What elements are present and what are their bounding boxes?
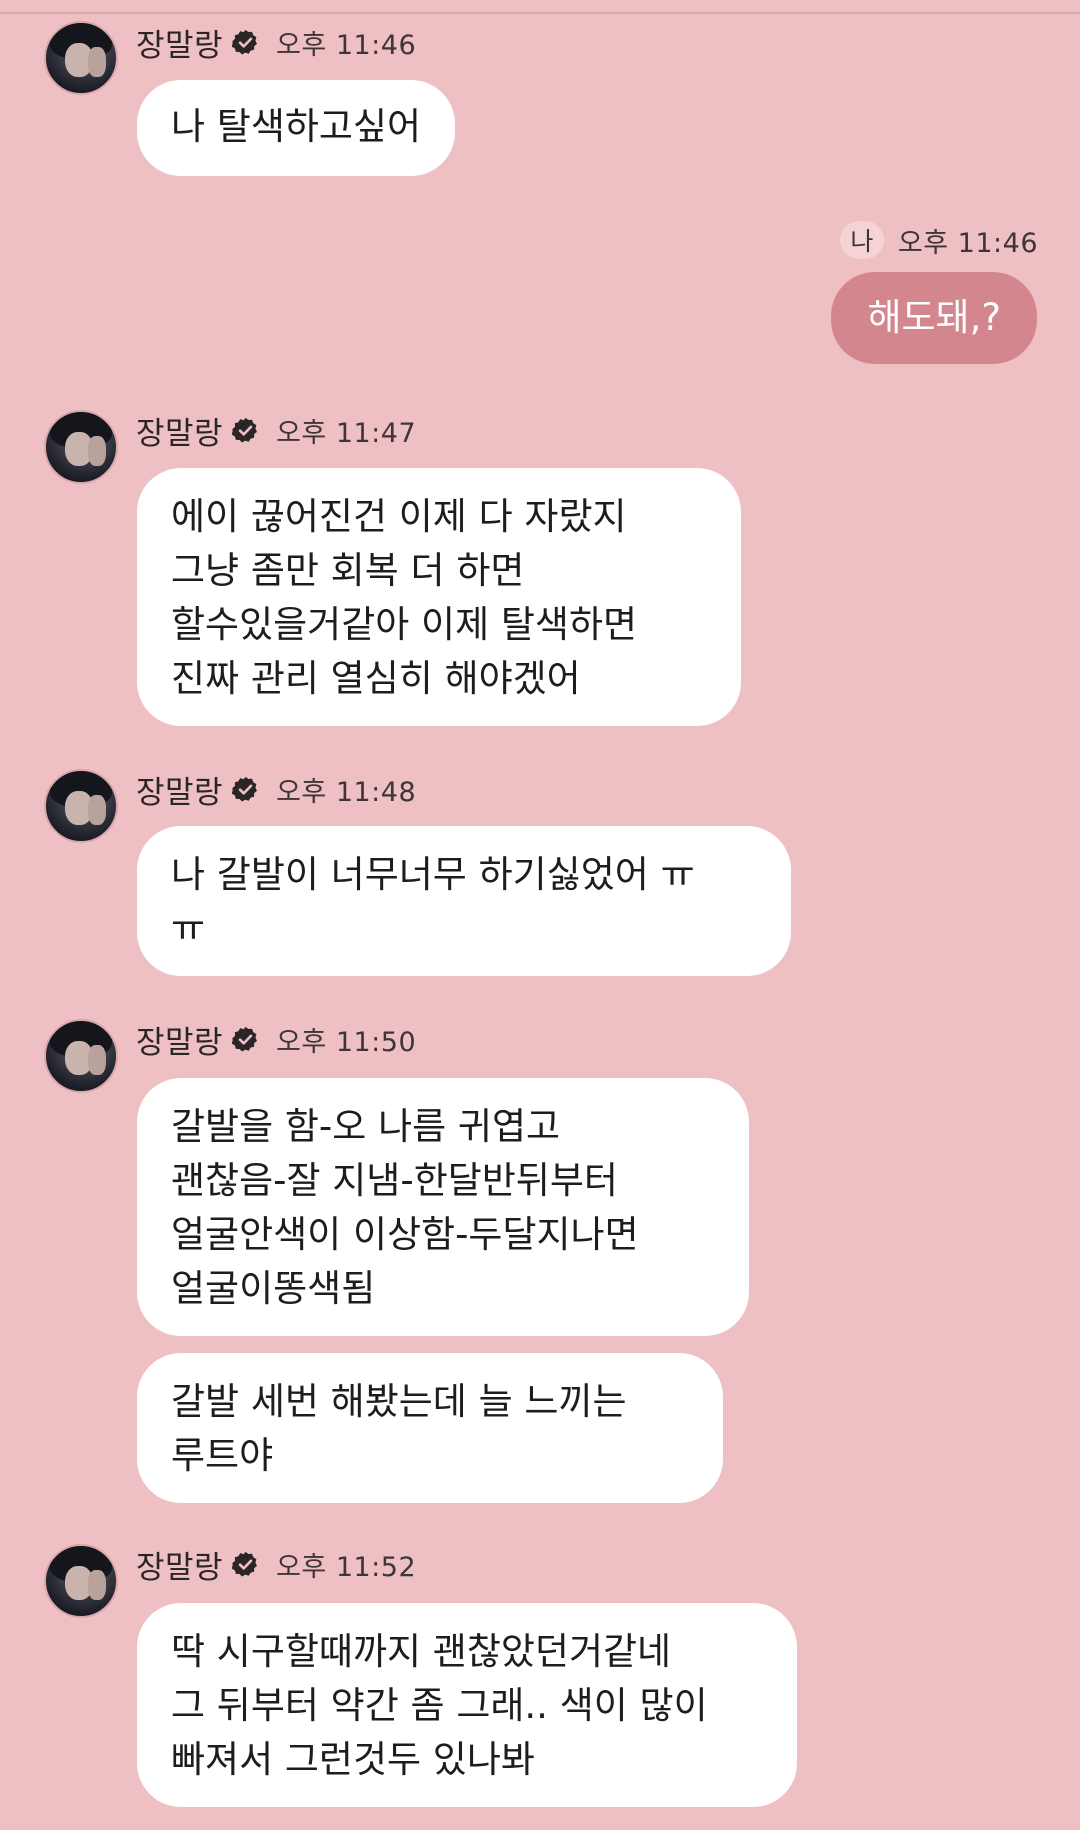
sender-avatar[interactable] [44, 769, 118, 843]
sender-header: 장말랑 오후 11:52 [136, 1542, 417, 1587]
sender-name[interactable]: 장말랑 [136, 1017, 223, 1062]
verified-badge-icon [231, 1025, 260, 1054]
me-label: 나 [839, 221, 884, 259]
sender-avatar[interactable] [44, 1544, 118, 1618]
incoming-message-bubble[interactable]: 나 갈발이 너무너무 하기싫었어 ㅠ ㅠ [137, 826, 791, 976]
my-message-header: 나 오후 11:46 [839, 218, 1038, 262]
verified-badge-icon [231, 775, 260, 804]
sender-avatar[interactable] [44, 1019, 118, 1093]
outgoing-message-bubble[interactable]: 해도돼,? [831, 272, 1037, 364]
verified-badge-icon [231, 28, 260, 57]
incoming-message-bubble[interactable]: 딱 시구할때까지 괜찮았던거같네 그 뒤부터 약간 좀 그래.. 색이 많이 빠… [137, 1603, 797, 1807]
sender-name[interactable]: 장말랑 [136, 1542, 223, 1587]
message-time: 오후 11:47 [276, 417, 417, 449]
verified-badge-icon [231, 1550, 260, 1579]
chat-thread: 장말랑 오후 11:46 나 탈색하고싶어 나 오후 11:46 해도돼,? 장… [0, 0, 1080, 1830]
sender-avatar[interactable] [44, 21, 118, 95]
sender-avatar[interactable] [44, 410, 118, 484]
verified-badge-icon [231, 416, 260, 445]
message-time: 오후 11:52 [276, 1551, 417, 1583]
sender-header: 장말랑 오후 11:47 [136, 408, 417, 453]
sender-header: 장말랑 오후 11:48 [136, 767, 417, 812]
sender-name[interactable]: 장말랑 [136, 20, 223, 65]
message-time: 오후 11:46 [276, 29, 417, 61]
sender-name[interactable]: 장말랑 [136, 408, 223, 453]
sender-name[interactable]: 장말랑 [136, 767, 223, 812]
message-time: 오후 11:50 [276, 1026, 417, 1058]
incoming-message-bubble[interactable]: 에이 끊어진건 이제 다 자랐지 그냥 좀만 회복 더 하면 할수있을거같아 이… [137, 468, 741, 726]
sender-header: 장말랑 오후 11:46 [136, 20, 417, 65]
message-time: 오후 11:48 [276, 776, 417, 808]
message-time: 오후 11:46 [897, 227, 1038, 259]
incoming-message-bubble[interactable]: 갈발을 함-오 나름 귀엽고 괜찮음-잘 지냄-한달반뒤부터 얼굴안색이 이상함… [137, 1078, 749, 1336]
incoming-message-bubble[interactable]: 갈발 세번 해봤는데 늘 느끼는 루트야 [137, 1353, 723, 1503]
incoming-message-bubble[interactable]: 나 탈색하고싶어 [137, 80, 456, 176]
sender-header: 장말랑 오후 11:50 [136, 1017, 417, 1062]
